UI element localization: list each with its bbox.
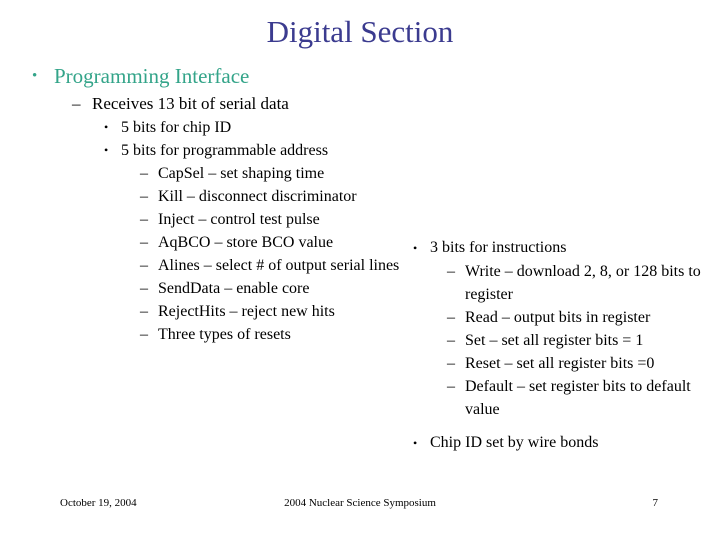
- bullet-marker-icon: •: [413, 436, 418, 450]
- bullet-text: Kill – disconnect discriminator: [158, 188, 357, 205]
- bullet-marker-icon: •: [104, 120, 109, 134]
- footer-page-number: 7: [652, 497, 659, 509]
- bullet-level4-alines: – Alines – select # of output serial lin…: [0, 254, 420, 277]
- bullet-level1-programming-interface: • Programming Interface: [0, 62, 420, 90]
- bullet-marker-icon: •: [104, 143, 109, 157]
- bullet-text: 5 bits for chip ID: [121, 119, 232, 136]
- bullet-level4-aqbco: – AqBCO – store BCO value: [0, 231, 420, 254]
- bullet-text: Reset – set all register bits =0: [465, 355, 655, 372]
- dash-marker-icon: –: [140, 257, 148, 274]
- bullet-text: Chip ID set by wire bonds: [430, 434, 599, 451]
- dash-marker-icon: –: [447, 309, 455, 326]
- bullet-marker-icon: •: [413, 241, 418, 255]
- bullet-level4-rejecthits: – RejectHits – reject new hits: [0, 300, 420, 323]
- bullet-text: 3 bits for instructions: [430, 239, 567, 256]
- dash-marker-icon: –: [140, 211, 148, 228]
- bullet-level4-resets: – Three types of resets: [0, 323, 420, 346]
- bullet-level4-inject: – Inject – control test pulse: [0, 208, 420, 231]
- bullet-instructions-heading: • 3 bits for instructions: [395, 236, 720, 260]
- bullet-level3-chip-id: • 5 bits for chip ID: [0, 116, 420, 139]
- bullet-text: Alines – select # of output serial lines: [158, 257, 400, 274]
- bullet-text: RejectHits – reject new hits: [158, 303, 335, 320]
- bullet-text: Read – output bits in register: [465, 309, 651, 326]
- bullet-text: Inject – control test pulse: [158, 211, 320, 228]
- left-content-column: • Programming Interface – Receives 13 bi…: [0, 62, 420, 346]
- bullet-text: AqBCO – store BCO value: [158, 234, 334, 251]
- bullet-instruction-set: – Set – set all register bits = 1: [395, 329, 720, 352]
- right-content-column: • 3 bits for instructions – Write – down…: [395, 236, 720, 455]
- bullet-text: Receives 13 bit of serial data: [92, 94, 289, 113]
- bullet-chip-id-wire-bonds: • Chip ID set by wire bonds: [395, 431, 720, 455]
- bullet-text: Default – set register bits to default v…: [465, 378, 691, 418]
- dash-marker-icon: –: [140, 280, 148, 297]
- bullet-text: Set – set all register bits = 1: [465, 332, 644, 349]
- bullet-text: SendData – enable core: [158, 280, 310, 297]
- presentation-slide: Digital Section • Programming Interface …: [0, 0, 720, 540]
- bullet-text: Three types of resets: [158, 326, 291, 343]
- dash-marker-icon: –: [447, 355, 455, 372]
- dash-marker-icon: –: [72, 94, 81, 113]
- bullet-level4-senddata: – SendData – enable core: [0, 277, 420, 300]
- dash-marker-icon: –: [447, 263, 455, 280]
- bullet-level3-programmable-address: • 5 bits for programmable address: [0, 139, 420, 162]
- bullet-level2-serial-data: – Receives 13 bit of serial data: [0, 91, 420, 116]
- dash-marker-icon: –: [140, 303, 148, 320]
- bullet-text: Programming Interface: [54, 64, 250, 88]
- dash-marker-icon: –: [140, 326, 148, 343]
- bullet-marker-icon: •: [32, 68, 38, 84]
- bullet-instruction-default: – Default – set register bits to default…: [395, 375, 720, 421]
- bullet-instruction-write: – Write – download 2, 8, or 128 bits to …: [395, 260, 720, 306]
- bullet-instruction-reset: – Reset – set all register bits =0: [395, 352, 720, 375]
- footer-event-name: 2004 Nuclear Science Symposium: [284, 497, 436, 509]
- slide-footer: October 19, 2004 2004 Nuclear Science Sy…: [0, 496, 720, 516]
- dash-marker-icon: –: [447, 332, 455, 349]
- dash-marker-icon: –: [140, 234, 148, 251]
- bullet-text: 5 bits for programmable address: [121, 142, 329, 159]
- bullet-instruction-read: – Read – output bits in register: [395, 306, 720, 329]
- bullet-text: Write – download 2, 8, or 128 bits to re…: [465, 263, 701, 303]
- bullet-level4-kill: – Kill – disconnect discriminator: [0, 185, 420, 208]
- dash-marker-icon: –: [447, 378, 455, 395]
- bullet-text: CapSel – set shaping time: [158, 165, 325, 182]
- dash-marker-icon: –: [140, 188, 148, 205]
- bullet-level4-capsel: – CapSel – set shaping time: [0, 162, 420, 185]
- dash-marker-icon: –: [140, 165, 148, 182]
- page-title: Digital Section: [266, 14, 454, 49]
